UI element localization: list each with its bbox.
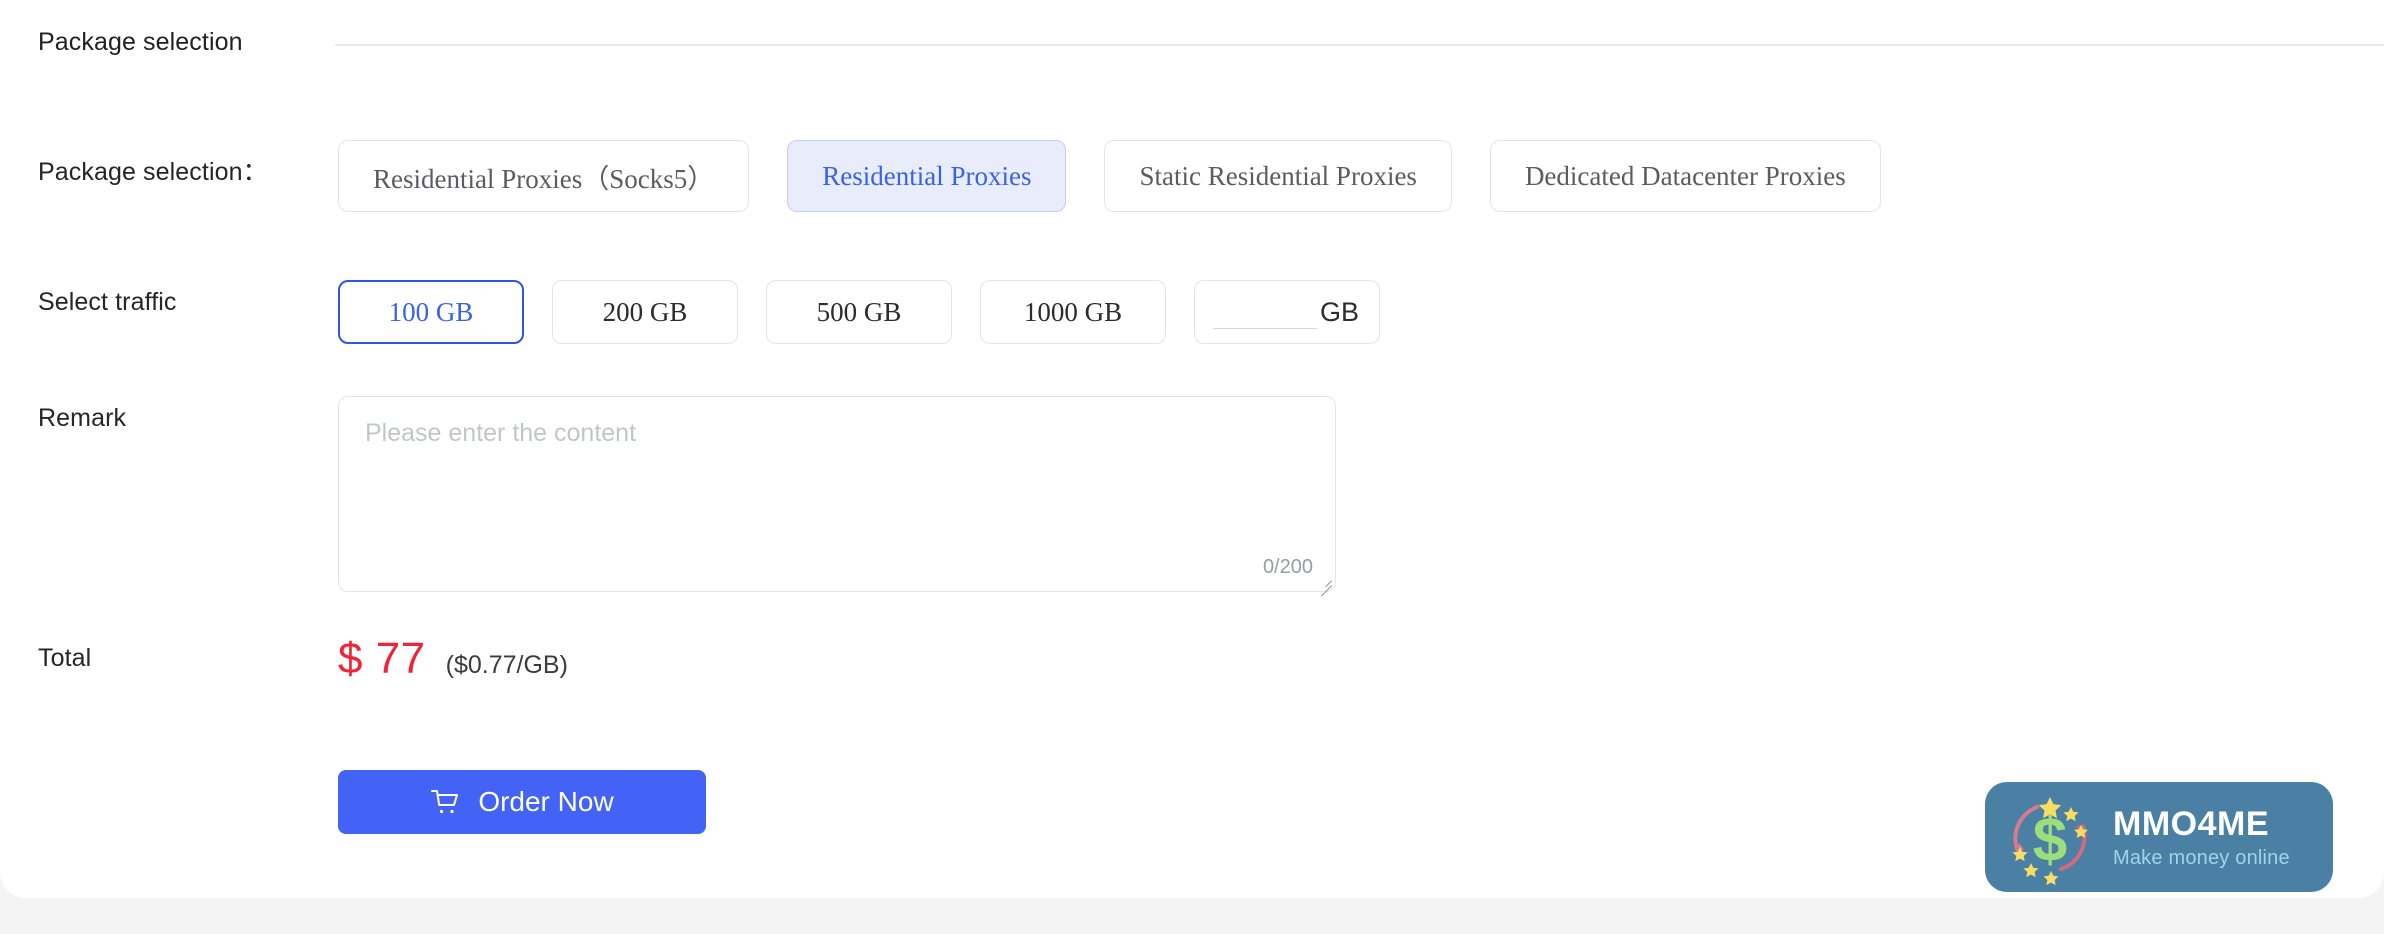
order-page: Package selection Package selection： Res… [0,0,2384,934]
traffic-option-label: 100 GB [389,297,474,328]
traffic-option-label: 200 GB [603,297,688,328]
package-option-residential[interactable]: Residential Proxies [787,140,1066,212]
dollar-stars-logo-icon: $ [1997,787,2105,887]
traffic-option-label: 1000 GB [1024,297,1122,328]
order-now-label: Order Now [478,786,613,818]
package-option-dedicated-datacenter[interactable]: Dedicated Datacenter Proxies [1490,140,1881,212]
watermark-title: MMO4ME [2113,807,2290,841]
traffic-option-1000gb[interactable]: 1000 GB [980,280,1166,344]
remark-label: Remark [38,404,126,433]
remark-box: 0/200 [338,396,1336,592]
content-card: Package selection Package selection： Res… [0,0,2384,898]
custom-traffic-unit: GB [1320,297,1359,328]
watermark-text: MMO4ME Make money online [2113,807,2290,868]
svg-text:$: $ [2033,806,2067,875]
package-option-label: Static Residential Proxies [1139,161,1416,192]
remark-textarea[interactable] [339,397,1335,591]
traffic-option-500gb[interactable]: 500 GB [766,280,952,344]
traffic-option-label: 500 GB [817,297,902,328]
select-traffic-label: Select traffic [38,288,177,317]
package-option-static-residential[interactable]: Static Residential Proxies [1104,140,1451,212]
traffic-option-100gb[interactable]: 100 GB [338,280,524,344]
traffic-option-group: 100 GB 200 GB 500 GB 1000 GB GB [338,280,1380,344]
package-option-label: Residential Proxies [822,161,1031,192]
package-selection-label: Package selection： [38,152,268,188]
total-value-group: $ 77 ($0.77/GB) [338,634,568,684]
section-title: Package selection [38,28,243,57]
section-header: Package selection [0,0,2384,70]
traffic-option-200gb[interactable]: 200 GB [552,280,738,344]
traffic-option-custom[interactable]: GB [1194,280,1380,344]
total-unit-price: ($0.77/GB) [446,651,568,680]
package-option-residential-socks5[interactable]: Residential Proxies（Socks5） [338,140,749,212]
package-option-label: Residential Proxies（Socks5） [373,157,714,196]
remark-field: 0/200 [338,396,1336,592]
section-divider [335,44,2384,46]
custom-traffic-input[interactable] [1213,303,1317,329]
mmo4me-watermark: $ MMO4ME Make money online [1985,782,2333,892]
total-label: Total [38,644,91,673]
textarea-resize-handle[interactable] [1316,572,1332,588]
package-option-label: Dedicated Datacenter Proxies [1525,161,1846,192]
order-now-button[interactable]: Order Now [338,770,706,834]
total-amount: $ 77 [338,634,426,684]
package-selection-group: Residential Proxies（Socks5） Residential … [338,140,1881,212]
cart-icon [430,788,460,816]
watermark-subtitle: Make money online [2113,848,2290,868]
